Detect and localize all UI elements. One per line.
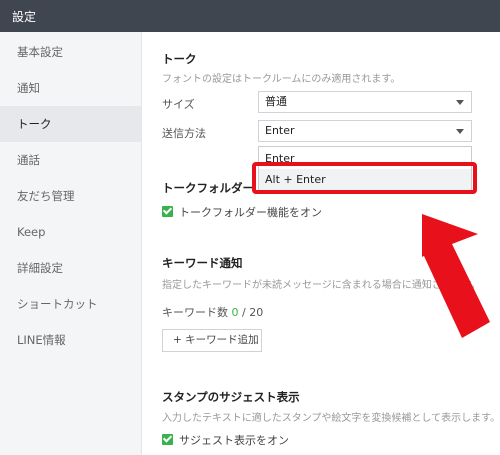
sidebar: 基本設定 通知 トーク 通話 友だち管理 Keep 詳細設定 ショートカット L…: [0, 32, 142, 455]
sidebar-item-keep[interactable]: Keep: [0, 214, 141, 250]
keyword-section-title: キーワード通知: [162, 256, 243, 270]
annotation-arrow-icon: [422, 214, 490, 338]
sidebar-item-calls[interactable]: 通話: [0, 142, 141, 178]
keyword-count: キーワード数 0 / 20: [162, 304, 263, 320]
talk-section-title: トーク: [162, 52, 197, 66]
sidebar-item-basic[interactable]: 基本設定: [0, 34, 141, 70]
keyword-count-max: / 20: [242, 306, 264, 319]
send-method-value: Enter: [265, 124, 295, 137]
talk-folder-checkbox[interactable]: [162, 206, 173, 217]
sidebar-item-talk[interactable]: トーク: [0, 106, 141, 142]
send-method-label: 送信方法: [162, 127, 206, 140]
sticker-suggest-checkbox[interactable]: [162, 434, 173, 445]
sidebar-item-shortcuts[interactable]: ショートカット: [0, 286, 141, 322]
sidebar-item-notifications[interactable]: 通知: [0, 70, 141, 106]
window-title: 設定: [12, 10, 37, 24]
sidebar-item-advanced[interactable]: 詳細設定: [0, 250, 141, 286]
talk-folder-section-title: トークフォルダー: [162, 181, 254, 195]
font-size-value: 普通: [265, 95, 287, 108]
sidebar-item-friends[interactable]: 友だち管理: [0, 178, 141, 214]
font-size-select[interactable]: 普通: [258, 91, 472, 113]
sticker-description: 入力したテキストに適したスタンプや絵文字を変換候補として表示します。: [162, 413, 500, 424]
sticker-suggest-checkbox-label: サジェスト表示をオン: [179, 434, 289, 447]
title-bar: 設定: [0, 0, 500, 32]
chevron-down-icon: [456, 129, 464, 134]
settings-content: トーク フォントの設定はトークルームにのみ適用されます。 サイズ 普通 送信方法…: [142, 32, 500, 455]
talk-folder-checkbox-label: トークフォルダー機能をオン: [179, 206, 322, 219]
font-size-label: サイズ: [162, 98, 195, 111]
talk-description: フォントの設定はトークルームにのみ適用されます。: [162, 74, 401, 85]
sidebar-item-line-info[interactable]: LINE情報: [0, 322, 141, 358]
keyword-count-label: キーワード数: [162, 306, 228, 319]
send-method-select[interactable]: Enter: [258, 120, 472, 142]
chevron-down-icon: [456, 100, 464, 105]
add-keyword-button[interactable]: + キーワード追加: [162, 329, 262, 352]
annotation-highlight-box: [252, 162, 477, 194]
keyword-count-value: 0: [231, 306, 239, 319]
sticker-section-title: スタンプのサジェスト表示: [162, 390, 300, 404]
